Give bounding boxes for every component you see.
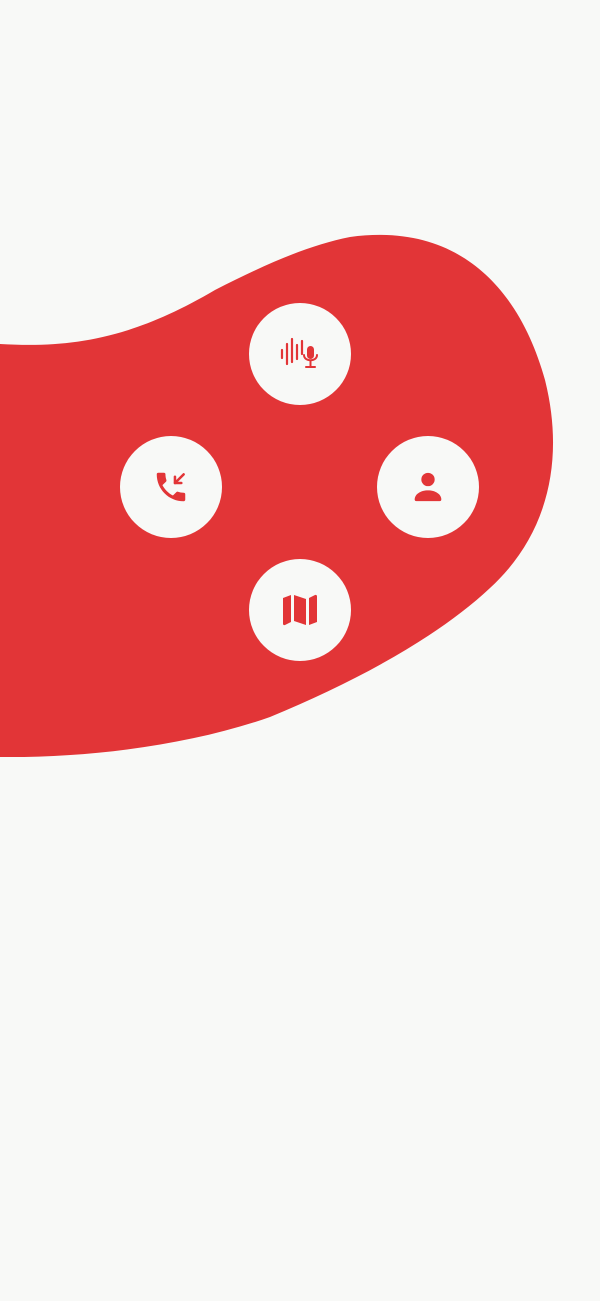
map-icon [283,594,317,626]
incoming-call-icon [156,472,186,502]
voice-search-icon [280,337,318,368]
person-icon [414,472,442,502]
voice-search-button[interactable] [249,303,351,405]
radial-menu-screen [0,0,600,1301]
incoming-call-button[interactable] [120,436,222,538]
contact-button[interactable] [377,436,479,538]
map-button[interactable] [249,559,351,661]
